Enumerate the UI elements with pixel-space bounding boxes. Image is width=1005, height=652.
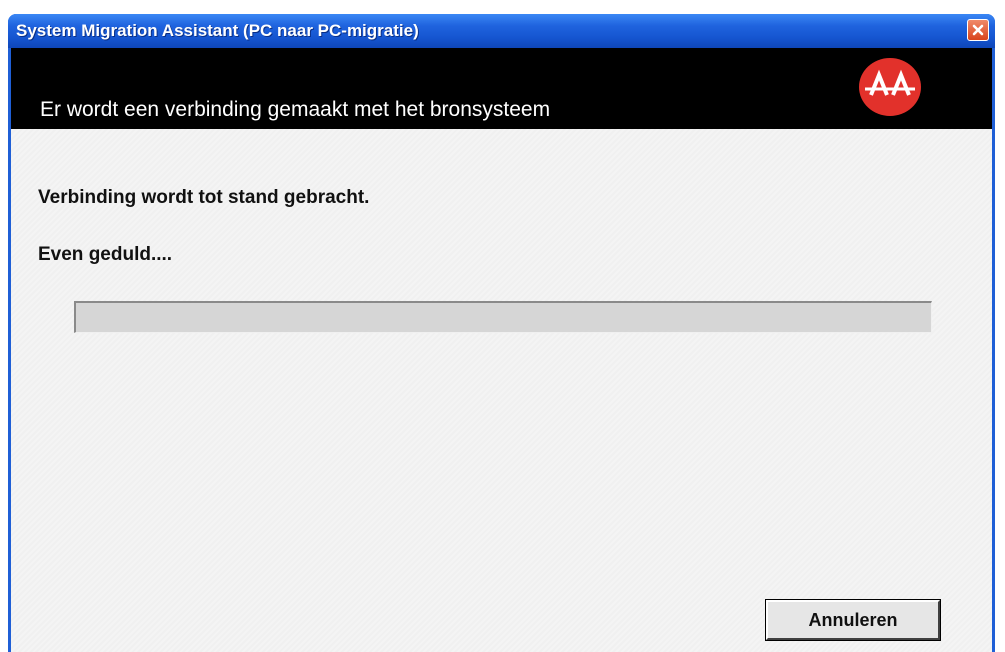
title-bar[interactable]: System Migration Assistant (PC naar PC-m… [8,14,995,48]
close-button[interactable] [967,19,989,41]
close-icon [971,23,985,37]
window-title: System Migration Assistant (PC naar PC-m… [16,21,419,40]
header-banner: Er wordt een verbinding gemaakt met het … [11,48,992,129]
progress-bar [74,301,932,333]
connection-status-text: Verbinding wordt tot stand gebracht. [38,187,370,208]
cancel-button[interactable]: Annuleren [765,599,941,641]
wait-message: Even geduld.... [38,244,173,265]
banner-title: Er wordt een verbinding gemaakt met het … [40,98,551,121]
dialog-window: System Migration Assistant (PC naar PC-m… [8,14,995,652]
bridge-logo-icon [859,58,921,116]
dialog-client-area: Er wordt een verbinding gemaakt met het … [11,48,992,652]
